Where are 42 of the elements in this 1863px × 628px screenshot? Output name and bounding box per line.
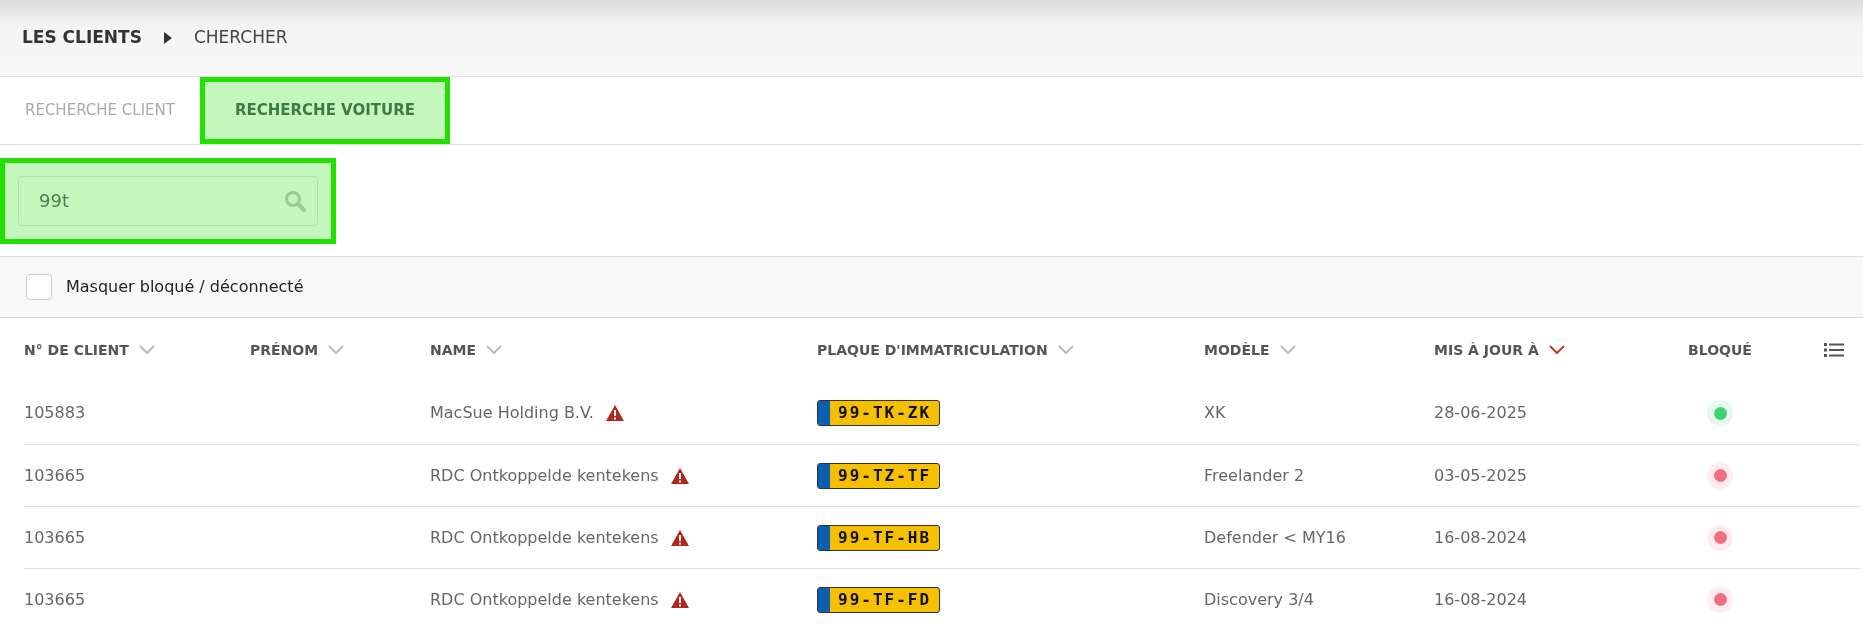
license-plate: 99-TF-HB — [817, 524, 941, 551]
license-plate: 99-TK-ZK — [817, 400, 941, 426]
table-cell-text: 103665 — [24, 464, 86, 487]
column-header[interactable]: MIS À JOUR À — [1434, 339, 1539, 361]
caret-icon[interactable] — [1279, 345, 1296, 355]
table-cell-text: Discovery 3/4 — [1204, 588, 1314, 611]
column-header[interactable]: MODÈLE — [1204, 339, 1270, 361]
search-field[interactable]: 99t — [18, 175, 318, 226]
license-plate: 99-TZ-TF — [817, 462, 941, 489]
table-cell-text: RDC Ontkoppelde kentekens — [430, 526, 659, 549]
list-menu-icon[interactable] — [1824, 342, 1844, 358]
table-cell-text: 16-08-2024 — [1434, 588, 1527, 611]
column-header[interactable]: BLOQUÉ — [1688, 339, 1752, 361]
search-icon[interactable] — [284, 189, 306, 212]
table-cell-text: 28-06-2025 — [1434, 402, 1527, 424]
chevron-right-icon — [163, 32, 172, 44]
tab[interactable]: RECHERCHE VOITURE — [199, 77, 450, 144]
column-header[interactable]: NAME — [430, 339, 477, 361]
table-cell-text: Defender < MY16 — [1204, 526, 1346, 549]
license-plate: 99-TF-FD — [817, 586, 941, 613]
caret-icon[interactable] — [138, 345, 155, 355]
sort-caret-icon[interactable] — [1548, 345, 1565, 355]
table-cell-text: 16-08-2024 — [1434, 526, 1527, 549]
column-header[interactable]: PRÉNOM — [250, 339, 319, 361]
breadcrumb-item: CHERCHER — [193, 26, 288, 50]
table-cell-text: RDC Ontkoppelde kentekens — [430, 464, 659, 487]
checkbox-label: Masquer bloqué / déconnecté — [66, 276, 304, 298]
caret-icon[interactable] — [328, 345, 345, 355]
breadcrumb-item[interactable]: LES CLIENTS — [22, 25, 142, 51]
column-header[interactable]: N° DE CLIENT — [24, 339, 129, 361]
table-cell-text: XK — [1204, 402, 1226, 424]
table-cell-text: 03-05-2025 — [1434, 464, 1527, 487]
table-cell-text: 103665 — [24, 526, 86, 549]
table-cell-text: RDC Ontkoppelde kentekens — [430, 588, 659, 611]
table-cell-text: MacSue Holding B.V. — [430, 402, 594, 424]
checkbox[interactable] — [26, 274, 52, 300]
table-cell-text: Freelander 2 — [1204, 464, 1305, 487]
caret-icon[interactable] — [1057, 345, 1074, 355]
table-cell-text: 105883 — [24, 402, 86, 424]
caret-icon[interactable] — [486, 345, 503, 355]
table-cell-text: 103665 — [24, 588, 86, 611]
column-header[interactable]: PLAQUE D'IMMATRICULATION — [817, 339, 1048, 361]
